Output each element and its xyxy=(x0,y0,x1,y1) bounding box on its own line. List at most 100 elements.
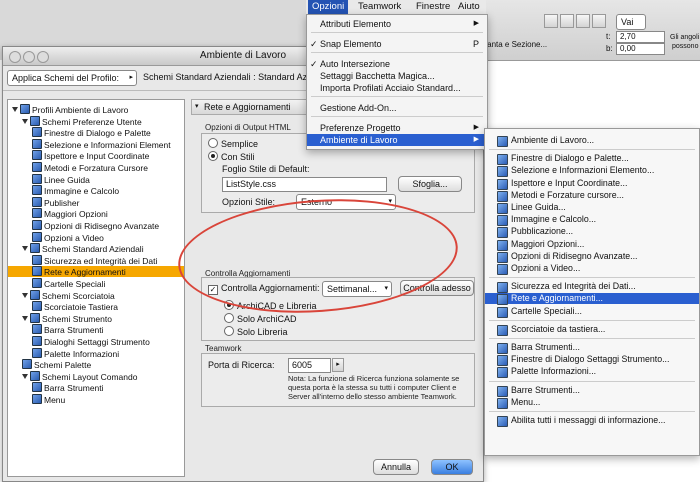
toolbar-icon[interactable] xyxy=(576,14,590,28)
sfoglia-button[interactable]: Sfoglia... xyxy=(398,176,462,192)
disclosure-triangle-icon[interactable] xyxy=(22,292,28,298)
tree-item[interactable]: Schemi Palette xyxy=(8,359,91,370)
solo-libreria-radio[interactable]: Solo Libreria xyxy=(224,326,288,337)
menu-item[interactable]: Importa Profilati Acciaio Standard... xyxy=(307,82,487,94)
vai-popup[interactable]: Vai xyxy=(616,14,646,30)
tree-item[interactable]: Immagine e Calcolo xyxy=(8,185,119,196)
tree-item[interactable]: Schemi Standard Aziendali xyxy=(8,243,144,254)
radio-selected-icon xyxy=(208,151,218,161)
disclosure-triangle-icon[interactable] xyxy=(22,315,28,321)
tree-item[interactable]: Selezione e Informazioni Element xyxy=(8,138,171,150)
tree-item[interactable]: Schemi Scorciatoia xyxy=(8,289,115,301)
tree-item[interactable]: Opzioni a Video xyxy=(8,231,104,243)
tree-item[interactable]: Maggiori Opzioni xyxy=(8,208,108,219)
foglio-stile-field[interactable]: ListStyle.css xyxy=(222,177,387,192)
settings-icon xyxy=(497,136,508,147)
settings-tree[interactable]: Profili Ambiente di Lavoro Schemi Prefere… xyxy=(7,99,185,477)
semplice-radio[interactable]: Semplice xyxy=(208,138,258,149)
con-stili-radio[interactable]: Con Stili xyxy=(208,151,255,162)
porta-stepper[interactable]: ▸ xyxy=(332,358,344,372)
tree-item-label: Schemi Layout Comando xyxy=(42,371,138,382)
tree-item[interactable]: Menu xyxy=(8,394,65,405)
tree-item[interactable]: Metodi e Forzatura Cursore xyxy=(8,162,148,173)
submenu-item[interactable]: Scorciatoie da tastiera... xyxy=(485,324,699,336)
toolbar-icon[interactable] xyxy=(544,14,558,28)
disclosure-triangle-icon[interactable] xyxy=(22,373,28,379)
submenu-item[interactable]: Finestre di Dialogo e Palette... xyxy=(485,153,699,166)
submenu-item[interactable]: Sicurezza ed Integrità dei Dati... xyxy=(485,281,699,294)
menubar-item[interactable]: Aiuto xyxy=(458,0,480,14)
settings-icon xyxy=(497,154,508,166)
submenu-item[interactable]: Ambiente di Lavoro... xyxy=(485,135,699,147)
pianta-sezione-label[interactable]: Pianta e Sezione... xyxy=(480,40,547,49)
disclosure-triangle-icon[interactable] xyxy=(22,118,28,124)
submenu-item[interactable]: Abilita tutti i messaggi di informazione… xyxy=(485,415,699,427)
settings-icon xyxy=(497,239,508,251)
submenu-item[interactable]: Ispettore e Input Coordinate... xyxy=(485,178,699,190)
zoom-button[interactable] xyxy=(37,51,49,63)
tree-item[interactable]: Palette Informazioni xyxy=(8,347,119,359)
submenu-item[interactable]: Immagine e Calcolo... xyxy=(485,214,699,227)
toolbar-icon[interactable] xyxy=(592,14,606,28)
submenu-item[interactable]: Maggiori Opzioni... xyxy=(485,239,699,251)
apply-profile-popup[interactable]: Applica Schemi del Profilo: ▸ xyxy=(7,70,137,86)
tree-item[interactable]: Barra Strumenti xyxy=(8,382,104,393)
tree-item[interactable]: Ispettore e Input Coordinate xyxy=(8,150,149,161)
tree-item[interactable]: Publisher xyxy=(8,196,79,208)
menu-item[interactable]: Attributi Elemento ▶ xyxy=(307,18,487,30)
tree-item[interactable]: Dialoghi Settaggi Strumento xyxy=(8,336,150,347)
porta-field[interactable]: 6005 xyxy=(288,358,331,373)
tree-item[interactable]: Opzioni di Ridisegno Avanzate xyxy=(8,220,159,231)
submenu-item[interactable]: Rete e Aggiornamenti... xyxy=(485,293,699,306)
submenu-item[interactable]: Opzioni di Ridisegno Avanzate... xyxy=(485,251,699,263)
tree-item[interactable]: Schemi Strumento xyxy=(8,312,112,324)
toolbar-icon[interactable] xyxy=(560,14,574,28)
minimize-button[interactable] xyxy=(23,51,35,63)
tree-item[interactable]: Rete e Aggiornamenti xyxy=(8,266,184,278)
disclosure-triangle-icon[interactable] xyxy=(12,107,18,112)
tree-item[interactable]: Cartelle Speciali xyxy=(8,278,105,289)
ok-button[interactable]: OK xyxy=(431,459,473,475)
close-button[interactable] xyxy=(9,51,21,63)
b-field[interactable]: 0,00 xyxy=(616,43,665,55)
menu-item[interactable]: Preferenze Progetto ▶ xyxy=(307,122,487,134)
tree-item-label: Schemi Palette xyxy=(34,360,92,371)
menubar-item[interactable]: Finestre xyxy=(416,0,450,14)
tree-item[interactable]: Schemi Layout Comando xyxy=(8,370,138,382)
menu-item[interactable]: Settaggi Bacchetta Magica... xyxy=(307,70,487,82)
submenu-item[interactable]: Linee Guida... xyxy=(485,202,699,214)
tree-item-label: Schemi Scorciatoia xyxy=(42,290,115,301)
tree-item[interactable]: Linee Guida xyxy=(8,173,90,185)
submenu-item[interactable]: Barra Strumenti... xyxy=(485,342,699,354)
tree-item[interactable]: Schemi Preferenze Utente xyxy=(8,115,142,127)
submenu-item[interactable]: Selezione e Informazioni Elemento... xyxy=(485,165,699,178)
tree-item[interactable]: Profili Ambiente di Lavoro xyxy=(8,104,128,115)
submenu-item[interactable]: Cartelle Speciali... xyxy=(485,306,699,318)
tree-item[interactable]: Scorciatoie Tastiera xyxy=(8,301,118,312)
submenu-item[interactable]: Opzioni a Video... xyxy=(485,263,699,275)
tree-item[interactable]: Sicurezza ed Integrità dei Dati xyxy=(8,254,157,266)
semplice-label: Semplice xyxy=(221,139,259,149)
submenu-item-label: Palette Informazioni... xyxy=(511,366,597,377)
solo-archicad-radio[interactable]: Solo ArchiCAD xyxy=(224,313,297,324)
menu-shortcut: P xyxy=(472,39,479,49)
submenu-item[interactable]: Palette Informazioni... xyxy=(485,366,699,379)
settings-icon xyxy=(32,382,42,393)
menu-item[interactable]: Ambiente di Lavoro ▶ xyxy=(307,134,487,146)
tree-item[interactable]: Barra Strumenti xyxy=(8,324,104,335)
submenu-item[interactable]: Finestre di Dialogo Settaggi Strumento..… xyxy=(485,354,699,367)
submenu-item[interactable]: Menu... xyxy=(485,397,699,409)
annulla-button[interactable]: Annulla xyxy=(373,459,419,475)
disclosure-triangle-icon[interactable] xyxy=(22,246,28,252)
menu-item[interactable]: ✓ Snap Elemento P xyxy=(307,38,487,50)
t-field[interactable]: 2,70 xyxy=(616,31,665,43)
menubar-item[interactable]: Opzioni xyxy=(308,0,349,14)
menu-separator xyxy=(489,411,695,412)
tree-item[interactable]: Finestre di Dialogo e Palette xyxy=(8,127,151,138)
menu-item[interactable]: ✓ Auto Intersezione xyxy=(307,58,487,70)
submenu-item[interactable]: Barre Strumenti... xyxy=(485,385,699,397)
menubar-item[interactable]: Teamwork xyxy=(358,0,401,14)
menu-item[interactable]: Gestione Add-On... xyxy=(307,102,487,114)
submenu-item[interactable]: Pubblicazione... xyxy=(485,226,699,239)
submenu-item[interactable]: Metodi e Forzature cursore... xyxy=(485,190,699,202)
